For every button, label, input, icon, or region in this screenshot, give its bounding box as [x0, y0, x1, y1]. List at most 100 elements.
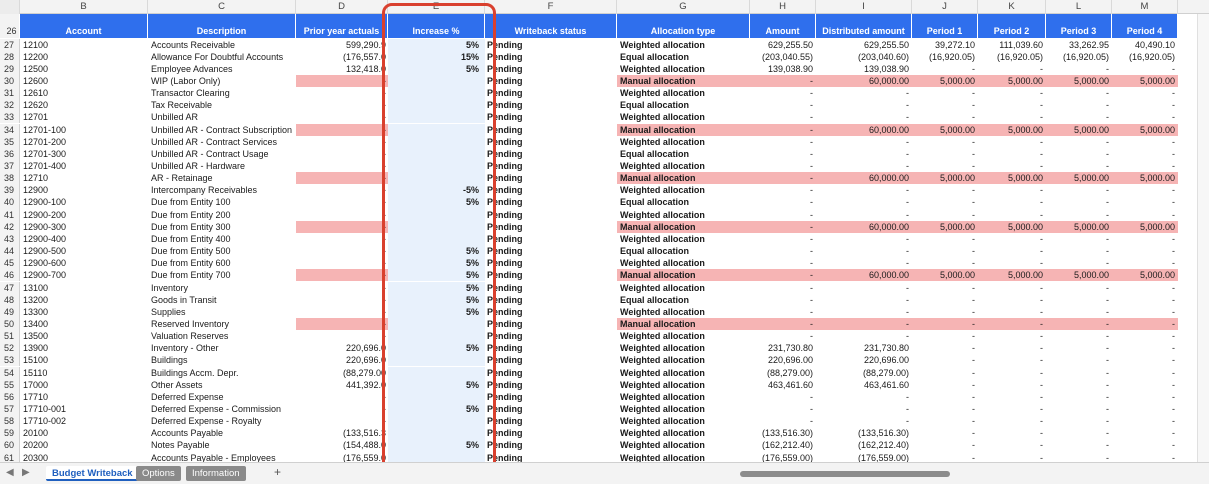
- cell-desc[interactable]: Employee Advances: [148, 63, 296, 75]
- cell-p4[interactable]: -: [1112, 209, 1178, 221]
- cell-p4[interactable]: -: [1112, 294, 1178, 306]
- cell-amount[interactable]: (133,516.30): [750, 427, 816, 439]
- cell-alloc[interactable]: Weighted allocation: [617, 233, 750, 245]
- tab-next-arrow-icon[interactable]: ▶: [22, 467, 30, 478]
- cell-p2[interactable]: -: [978, 148, 1046, 160]
- cell-amount[interactable]: -: [750, 269, 816, 282]
- cell-alloc[interactable]: Weighted allocation: [617, 342, 750, 354]
- column-header[interactable]: Period 4: [1112, 14, 1178, 38]
- cell-p3[interactable]: -: [1046, 452, 1112, 462]
- cell-p3[interactable]: -: [1046, 257, 1112, 269]
- cell-p3[interactable]: 5,000.00: [1046, 74, 1112, 88]
- column-letter[interactable]: C: [148, 0, 296, 14]
- column-letter[interactable]: L: [1046, 0, 1112, 14]
- cell-status[interactable]: Pending: [485, 452, 617, 462]
- cell-alloc[interactable]: Weighted allocation: [617, 282, 750, 294]
- cell-p3[interactable]: -: [1046, 87, 1112, 99]
- cell-dist[interactable]: -: [816, 148, 912, 160]
- cell-p3[interactable]: -: [1046, 439, 1112, 451]
- cell-alloc[interactable]: Manual allocation: [617, 317, 750, 331]
- spreadsheet-grid[interactable]: BCDEFGHIJKLM 26 Account Description Prior …: [0, 0, 1209, 462]
- cell-status[interactable]: Pending: [485, 257, 617, 269]
- cell-p2[interactable]: 5,000.00: [978, 74, 1046, 88]
- cell-p2[interactable]: -: [978, 233, 1046, 245]
- cell-dist[interactable]: 60,000.00: [816, 172, 912, 185]
- cell-alloc[interactable]: Weighted allocation: [617, 209, 750, 221]
- cell-dist[interactable]: (133,516.30): [816, 427, 912, 439]
- cell-p2[interactable]: -: [978, 257, 1046, 269]
- cell-p3[interactable]: -: [1046, 282, 1112, 294]
- row-number[interactable]: 37: [0, 160, 20, 173]
- cell-p2[interactable]: -: [978, 63, 1046, 75]
- row-number[interactable]: 47: [0, 281, 20, 294]
- cell-p4[interactable]: -: [1112, 354, 1178, 366]
- row-number[interactable]: 32: [0, 99, 20, 112]
- cell-desc[interactable]: Due from Entity 500: [148, 245, 296, 257]
- cell-p4[interactable]: -: [1112, 184, 1178, 196]
- cell-status[interactable]: Pending: [485, 87, 617, 99]
- cell-status[interactable]: Pending: [485, 282, 617, 294]
- cell-p1[interactable]: 39,272.10: [912, 39, 978, 51]
- cell-p1[interactable]: 5,000.00: [912, 172, 978, 185]
- cell-status[interactable]: Pending: [485, 136, 617, 148]
- cell-alloc[interactable]: Weighted allocation: [617, 403, 750, 415]
- cell-p3[interactable]: -: [1046, 342, 1112, 354]
- cell-p3[interactable]: 5,000.00: [1046, 123, 1112, 136]
- cell-desc[interactable]: Unbilled AR - Contract Services: [148, 136, 296, 148]
- cell-p4[interactable]: -: [1112, 415, 1178, 427]
- cell-amount[interactable]: -: [750, 136, 816, 148]
- row-number[interactable]: 59: [0, 427, 20, 440]
- cell-status[interactable]: Pending: [485, 124, 617, 136]
- cell-p2[interactable]: -: [978, 209, 1046, 221]
- cell-amount[interactable]: -: [750, 209, 816, 221]
- row-number[interactable]: 55: [0, 378, 20, 391]
- cell-p3[interactable]: -: [1046, 294, 1112, 306]
- cell-p4[interactable]: -: [1112, 330, 1178, 342]
- cell-alloc[interactable]: Manual allocation: [617, 74, 750, 88]
- cell-p4[interactable]: -: [1112, 317, 1178, 331]
- column-letter[interactable]: K: [978, 0, 1046, 14]
- cell-p1[interactable]: 5,000.00: [912, 220, 978, 233]
- cell-p1[interactable]: -: [912, 317, 978, 331]
- column-letter[interactable]: M: [1112, 0, 1178, 14]
- cell-dist[interactable]: 60,000.00: [816, 269, 912, 282]
- cell-p4[interactable]: -: [1112, 87, 1178, 99]
- cell-desc[interactable]: Deferred Expense - Royalty: [148, 415, 296, 427]
- cell-p1[interactable]: -: [912, 439, 978, 451]
- cell-prior[interactable]: -: [296, 245, 388, 257]
- row-number[interactable]: 60: [0, 439, 20, 452]
- column-header[interactable]: Period 2: [978, 14, 1046, 38]
- cell-p2[interactable]: 5,000.00: [978, 220, 1046, 233]
- cell-alloc[interactable]: Weighted allocation: [617, 306, 750, 318]
- cell-desc[interactable]: Accounts Payable: [148, 427, 296, 439]
- row-number[interactable]: 28: [0, 50, 20, 63]
- cell-dist[interactable]: -: [816, 111, 912, 123]
- cell-p2[interactable]: -: [978, 439, 1046, 451]
- row-number[interactable]: 56: [0, 390, 20, 403]
- row-number[interactable]: 45: [0, 257, 20, 270]
- cell-alloc[interactable]: Equal allocation: [617, 196, 750, 208]
- row-number[interactable]: 48: [0, 293, 20, 306]
- cell-prior[interactable]: -: [296, 282, 388, 294]
- cell-amount[interactable]: -: [750, 196, 816, 208]
- cell-status[interactable]: Pending: [485, 196, 617, 208]
- cell-p3[interactable]: 5,000.00: [1046, 269, 1112, 282]
- cell-alloc[interactable]: Weighted allocation: [617, 379, 750, 391]
- cell-p1[interactable]: -: [912, 209, 978, 221]
- cell-p1[interactable]: -: [912, 379, 978, 391]
- cell-p2[interactable]: -: [978, 294, 1046, 306]
- cell-desc[interactable]: Due from Entity 600: [148, 257, 296, 269]
- row-number[interactable]: 34: [0, 123, 20, 136]
- cell-account[interactable]: 12100: [20, 39, 148, 51]
- cell-dist[interactable]: -: [816, 282, 912, 294]
- cell-p2[interactable]: -: [978, 184, 1046, 196]
- cell-prior[interactable]: -: [296, 233, 388, 245]
- cell-p3[interactable]: -: [1046, 136, 1112, 148]
- cell-dist[interactable]: -: [816, 184, 912, 196]
- column-letter[interactable]: B: [20, 0, 148, 14]
- cell-p4[interactable]: 5,000.00: [1112, 172, 1178, 185]
- cell-p1[interactable]: 5,000.00: [912, 123, 978, 136]
- row-number[interactable]: 50: [0, 317, 20, 331]
- cell-amount[interactable]: -: [750, 330, 816, 342]
- row-number[interactable]: 46: [0, 269, 20, 282]
